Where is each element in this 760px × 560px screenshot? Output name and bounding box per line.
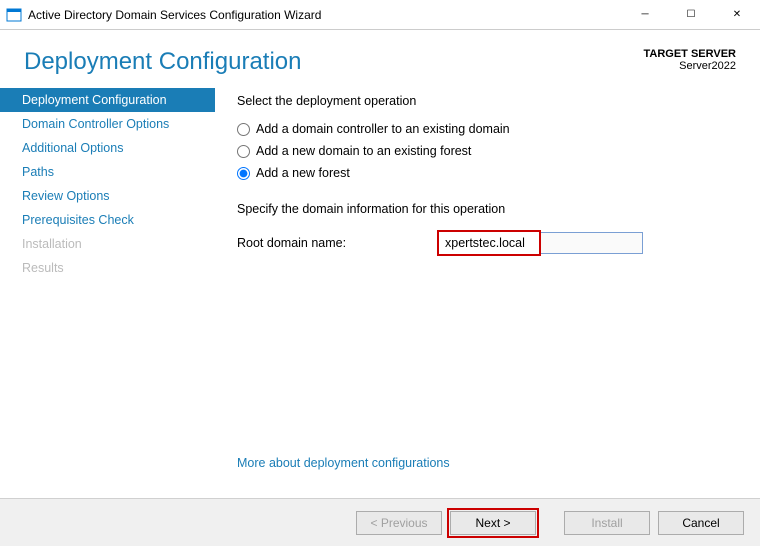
root-domain-label: Root domain name: — [237, 236, 437, 250]
sidebar-item-domain-controller-options[interactable]: Domain Controller Options — [0, 112, 215, 136]
sidebar-item-review-options[interactable]: Review Options — [0, 184, 215, 208]
header: Deployment Configuration TARGET SERVER S… — [0, 30, 760, 84]
sidebar-item-prerequisites-check[interactable]: Prerequisites Check — [0, 208, 215, 232]
radio-label: Add a domain controller to an existing d… — [256, 120, 510, 138]
target-label: TARGET SERVER — [644, 48, 737, 60]
specify-domain-label: Specify the domain information for this … — [237, 202, 732, 216]
radio-input-new-forest[interactable] — [237, 167, 250, 180]
next-button[interactable]: Next > — [450, 511, 536, 535]
sidebar-item-installation: Installation — [0, 232, 215, 256]
root-domain-row: Root domain name: — [237, 230, 732, 256]
previous-button: < Previous — [356, 511, 442, 535]
window-controls: ─ ☐ ✕ — [622, 0, 760, 30]
root-domain-input-ext — [541, 232, 643, 254]
select-operation-label: Select the deployment operation — [237, 94, 732, 108]
target-server-name: Server2022 — [644, 60, 737, 72]
sidebar-item-results: Results — [0, 256, 215, 280]
page-title: Deployment Configuration — [24, 48, 302, 76]
maximize-button[interactable]: ☐ — [668, 0, 714, 30]
radio-label: Add a new forest — [256, 164, 350, 182]
sidebar-item-deployment-configuration[interactable]: Deployment Configuration — [0, 88, 215, 112]
sidebar-item-paths[interactable]: Paths — [0, 160, 215, 184]
footer: < Previous Next > Install Cancel — [0, 498, 760, 546]
radio-add-new-forest[interactable]: Add a new forest — [237, 164, 732, 182]
radio-add-dc-existing-domain[interactable]: Add a domain controller to an existing d… — [237, 120, 732, 138]
target-server-block: TARGET SERVER Server2022 — [644, 48, 737, 72]
sidebar-item-additional-options[interactable]: Additional Options — [0, 136, 215, 160]
window-title: Active Directory Domain Services Configu… — [28, 8, 622, 22]
more-about-link[interactable]: More about deployment configurations — [237, 456, 450, 470]
main-panel: Select the deployment operation Add a do… — [215, 84, 760, 498]
more-link-row: More about deployment configurations — [237, 456, 732, 470]
radio-input-existing-domain[interactable] — [237, 123, 250, 136]
minimize-button[interactable]: ─ — [622, 0, 668, 30]
install-button: Install — [564, 511, 650, 535]
close-button[interactable]: ✕ — [714, 0, 760, 30]
root-domain-input[interactable] — [439, 232, 539, 254]
app-icon — [6, 7, 22, 23]
sidebar: Deployment Configuration Domain Controll… — [0, 84, 215, 498]
content: Deployment Configuration Domain Controll… — [0, 84, 760, 498]
radio-add-domain-existing-forest[interactable]: Add a new domain to an existing forest — [237, 142, 732, 160]
radio-label: Add a new domain to an existing forest — [256, 142, 471, 160]
titlebar: Active Directory Domain Services Configu… — [0, 0, 760, 30]
radio-input-existing-forest[interactable] — [237, 145, 250, 158]
cancel-button[interactable]: Cancel — [658, 511, 744, 535]
root-domain-highlight — [437, 230, 541, 256]
